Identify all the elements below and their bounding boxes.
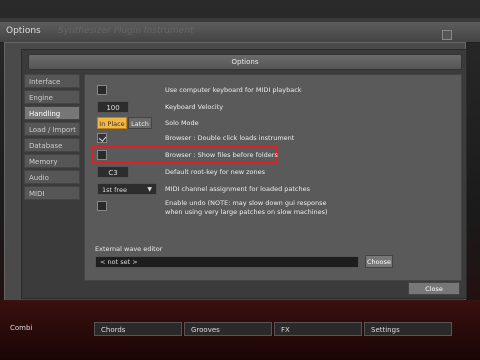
sidebar-item-load-import[interactable]: Load / Import <box>24 122 80 136</box>
tab-grooves[interactable]: Grooves <box>184 322 272 336</box>
tab-settings[interactable]: Settings <box>364 322 452 336</box>
sidebar-item-memory[interactable]: Memory <box>24 154 80 168</box>
options-sidebar: Interface Engine Handling Load / Import … <box>24 74 80 202</box>
dropdown-arrow-icon: ▼ <box>147 186 152 193</box>
midi-channel-value: 1st free <box>102 186 127 194</box>
tab-fx[interactable]: FX <box>274 322 362 336</box>
keyboard-velocity-label: Keyboard Velocity <box>165 103 224 111</box>
browser-show-files-label: Browser : Show files before folders <box>165 151 278 159</box>
wave-editor-field[interactable]: < not set > <box>95 256 359 268</box>
sidebar-item-engine[interactable]: Engine <box>24 90 80 104</box>
close-button[interactable]: Close <box>408 282 460 295</box>
midi-keyboard-checkbox[interactable] <box>97 85 107 95</box>
root-key-field[interactable]: C3 <box>97 166 129 178</box>
wave-editor-label: External wave editor <box>95 245 163 253</box>
midi-keyboard-label: Use computer keyboard for MIDI playback <box>165 86 302 94</box>
browser-show-files-checkbox[interactable] <box>97 150 107 160</box>
minimize-icon[interactable] <box>442 30 452 40</box>
sidebar-item-database[interactable]: Database <box>24 138 80 152</box>
sidebar-item-midi[interactable]: MIDI <box>24 186 80 200</box>
sidebar-item-handling[interactable]: Handling <box>24 106 80 120</box>
handling-settings: Use computer keyboard for MIDI playback … <box>84 74 462 281</box>
panel-header: Options <box>28 54 462 70</box>
dialog-title-bar[interactable]: Options Synthesizer Plugin Instrument <box>0 22 480 59</box>
background-window-title: Synthesizer Plugin Instrument <box>58 26 194 36</box>
undo-label-line1: Enable undo (NOTE: may slow down gui res… <box>165 199 327 207</box>
solo-inplace-button[interactable]: In Place <box>97 117 127 129</box>
solo-mode-label: Solo Mode <box>165 119 199 127</box>
dialog-title: Options <box>6 26 41 36</box>
window-controls <box>442 25 470 59</box>
bottom-tabs: Chords Grooves FX Settings <box>0 322 480 338</box>
undo-label-line2: when using very large patches on slow ma… <box>165 208 328 216</box>
sidebar-item-audio[interactable]: Audio <box>24 170 80 184</box>
root-key-label: Default root-key for new zones <box>165 168 266 176</box>
enable-undo-checkbox[interactable] <box>97 201 107 211</box>
choose-button[interactable]: Choose <box>365 255 393 268</box>
midi-channel-dropdown[interactable]: 1st free ▼ <box>97 183 157 195</box>
solo-latch-button[interactable]: Latch <box>128 117 152 129</box>
options-dialog: Options Interface Engine Handling Load /… <box>4 42 467 302</box>
options-panel: Options Interface Engine Handling Load /… <box>21 49 467 299</box>
keyboard-velocity-field[interactable]: 100 <box>97 101 129 113</box>
sidebar-item-interface[interactable]: Interface <box>24 74 80 88</box>
browser-dblclick-label: Browser : Double click loads instrument <box>165 134 295 142</box>
tab-chords[interactable]: Chords <box>94 322 182 336</box>
midi-channel-label: MIDI channel assignment for loaded patch… <box>165 185 310 193</box>
browser-dblclick-checkbox[interactable] <box>97 133 107 143</box>
